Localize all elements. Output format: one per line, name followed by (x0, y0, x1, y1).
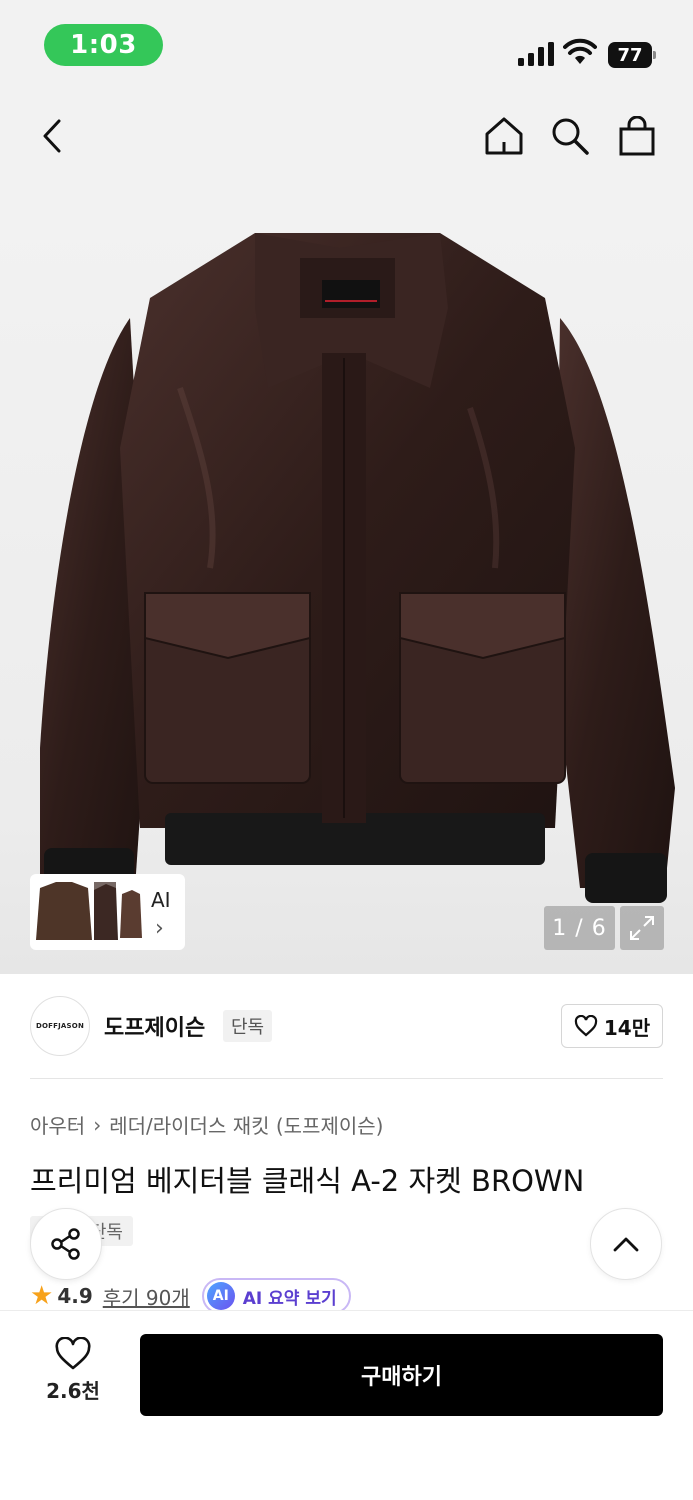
exclusive-tag: 단독 (223, 1010, 273, 1042)
brand-like-button[interactable]: 14만 (561, 1004, 663, 1048)
ai-fitting-thumbnail[interactable]: AI › (30, 874, 185, 950)
product-image-gallery[interactable]: AI › 1 / 6 (0, 188, 693, 974)
share-button[interactable] (30, 1208, 102, 1280)
wishlist-count: 2.6천 (46, 1379, 100, 1403)
status-bar: 1:03 77 (0, 0, 693, 92)
share-icon (51, 1228, 80, 1260)
buy-button[interactable]: 구매하기 (140, 1334, 663, 1416)
expand-icon (630, 916, 654, 940)
back-button[interactable] (30, 114, 74, 158)
jacket-image (40, 233, 675, 903)
brand-like-count: 14만 (603, 1015, 651, 1040)
cart-button[interactable] (615, 114, 659, 158)
review-link[interactable]: 후기 90개 (103, 1282, 190, 1311)
breadcrumb-category[interactable]: 아우터 (30, 1110, 85, 1139)
brand-name[interactable]: 도프제이슨 (104, 1010, 205, 1042)
jacket-thumbnails (36, 882, 142, 940)
expand-button[interactable] (620, 906, 664, 950)
search-button[interactable] (548, 114, 592, 158)
chevron-right-icon: › (93, 1112, 102, 1137)
home-icon (485, 117, 523, 155)
cellular-signal-icon (518, 42, 554, 66)
battery-indicator: 77 (608, 42, 656, 68)
battery-tip (653, 51, 656, 59)
rating-row: ★ 4.9 후기 90개 AI AI 요약 보기 (30, 1278, 351, 1314)
brand-logo[interactable]: DOFFJASON (30, 996, 90, 1056)
top-navigation (0, 92, 693, 188)
scroll-top-button[interactable] (590, 1208, 662, 1280)
ai-summary-button[interactable]: AI AI 요약 보기 (201, 1278, 351, 1314)
wishlist-button[interactable]: 2.6천 (30, 1337, 116, 1417)
ai-summary-label: AI 요약 보기 (242, 1288, 337, 1309)
ai-badge-icon: AI (206, 1282, 235, 1310)
bag-icon (619, 116, 655, 156)
chevron-up-icon (613, 1237, 639, 1252)
breadcrumb: 아우터 › 레더/라이더스 재킷 (도프제이슨) (30, 1110, 383, 1139)
breadcrumb-subcategory[interactable]: 레더/라이더스 재킷 (도프제이슨) (109, 1110, 383, 1139)
product-title: 프리미엄 베지터블 클래식 A-2 자켓 BROWN (30, 1164, 585, 1198)
chevron-right-icon: › (155, 916, 164, 941)
wifi-icon (563, 38, 597, 64)
bottom-action-bar: 2.6천 구매하기 (0, 1310, 693, 1500)
brand-row: DOFFJASON 도프제이슨 단독 14만 (30, 994, 663, 1058)
back-icon (43, 119, 61, 153)
search-icon (552, 118, 589, 155)
home-button[interactable] (482, 114, 526, 158)
heart-icon (574, 1015, 598, 1037)
battery-level: 77 (608, 42, 652, 68)
star-icon: ★ (30, 1281, 54, 1311)
heart-icon (55, 1337, 91, 1370)
status-time: 1:03 (44, 24, 163, 66)
rating-value: 4.9 (57, 1284, 93, 1308)
ai-label: AI (151, 888, 171, 912)
image-page-indicator: 1 / 6 (544, 906, 615, 950)
divider (30, 1078, 663, 1079)
